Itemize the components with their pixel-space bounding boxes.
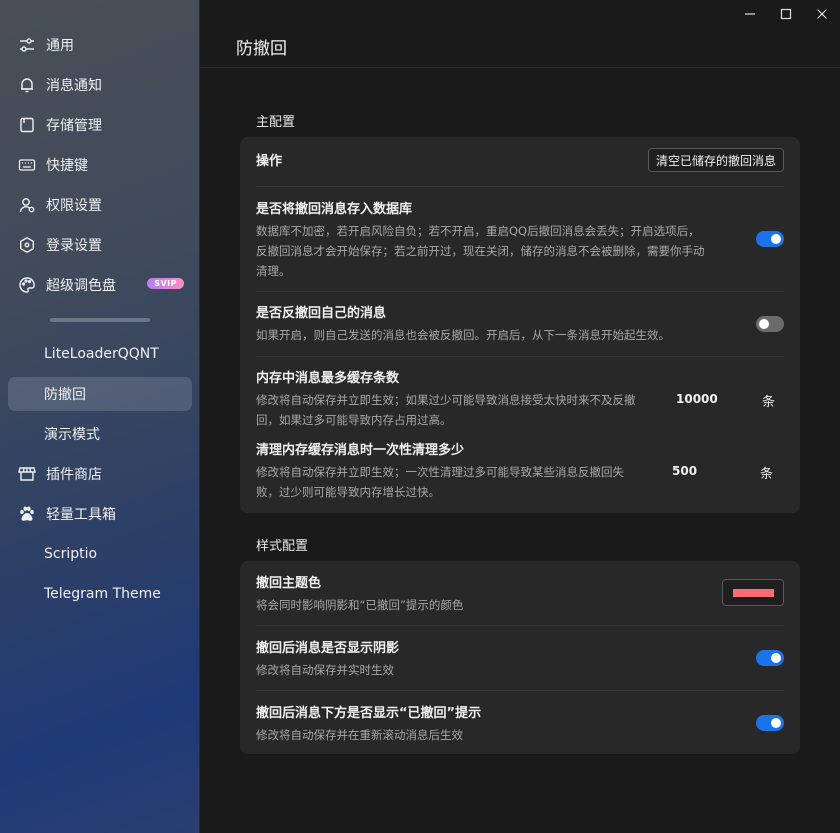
keyboard-icon [17, 155, 37, 175]
max-cache-row: 内存中消息最多缓存条数 修改将自动保存并立即生效；如果过少可能导致消息接受太快时… [256, 370, 656, 430]
sidebar-item-liteloader[interactable]: LiteLoaderQQNT [8, 337, 192, 371]
self-recall-title: 是否反撤回自己的消息 [256, 306, 387, 321]
sidebar-item-shortcuts[interactable]: 快捷键 [8, 148, 192, 182]
divider [256, 356, 784, 357]
clear-stored-recalls-button[interactable]: 清空已储存的撤回消息 [647, 148, 784, 172]
store-icon [17, 464, 37, 484]
sidebar-item-notifications[interactable]: 消息通知 [8, 68, 192, 102]
self-recall-desc: 如果开启，则自己发送的消息也会被反撤回。开启后，从下一条消息开始起生效。 [256, 328, 670, 342]
store-db-toggle[interactable] [756, 231, 784, 247]
shadow-desc: 修改将自动保存并实时生效 [256, 663, 394, 677]
sidebar-item-label: 超级调色盘 [46, 278, 116, 294]
sidebar-item-telegram-theme[interactable]: Telegram Theme [8, 577, 192, 611]
recalled-tip-desc: 修改将自动保存并在重新滚动消息后生效 [256, 728, 463, 742]
maximize-icon [780, 8, 792, 20]
shadow-row: 撤回后消息是否显示阴影 修改将自动保存并实时生效 [256, 640, 784, 680]
sidebar-item-anti-recall[interactable]: 防撤回 [8, 377, 192, 411]
section-title-style: 样式配置 [256, 539, 309, 554]
sidebar-item-label: Telegram Theme [44, 586, 161, 602]
sidebar-item-toolbox[interactable]: 轻量工具箱 [8, 497, 192, 531]
sidebar-divider [50, 318, 150, 322]
clear-batch-row: 清理内存缓存消息时一次性清理多少 修改将自动保存并立即生效；一次性清理过多可能导… [256, 442, 656, 502]
recalled-tip-title: 撤回后消息下方是否显示“已撤回”提示 [256, 706, 482, 721]
self-recall-toggle[interactable] [756, 316, 784, 332]
theme-color-title: 撤回主题色 [256, 576, 322, 591]
user-permission-icon [17, 195, 37, 215]
sidebar-item-label: 通用 [46, 38, 74, 54]
divider [256, 690, 784, 691]
main-config-panel: 操作 清空已储存的撤回消息 是否将撤回消息存入数据库 数据库不加密，若开启风险自… [240, 137, 800, 513]
sidebar-item-label: 轻量工具箱 [46, 507, 116, 523]
svip-badge: SVIP [147, 278, 184, 289]
maximize-button[interactable] [768, 4, 804, 24]
sidebar: 通用 消息通知 存储管理 快捷键 权限设置 登录设置 超级调色盘 SVIP Li… [0, 0, 200, 833]
storage-icon [17, 115, 37, 135]
sidebar-item-plugin-store[interactable]: 插件商店 [8, 457, 192, 491]
clear-batch-title: 清理内存缓存消息时一次性清理多少 [256, 443, 465, 458]
minimize-icon [745, 13, 755, 15]
divider [256, 186, 784, 187]
minimize-button[interactable] [732, 4, 768, 24]
sidebar-item-label: 演示模式 [44, 427, 100, 443]
max-cache-unit: 条 [762, 395, 776, 410]
section-title-main: 主配置 [256, 115, 296, 130]
sidebar-item-label: 权限设置 [46, 198, 102, 214]
close-icon [817, 9, 827, 19]
clear-batch-unit: 条 [760, 467, 774, 482]
store-db-row: 是否将撤回消息存入数据库 数据库不加密，若开启风险自负；若不开启，重启QQ后撤回… [256, 201, 784, 281]
divider [256, 625, 784, 626]
theme-color-row: 撤回主题色 将会同时影响阴影和“已撤回”提示的颜色 [256, 575, 784, 615]
recalled-tip-toggle[interactable] [756, 715, 784, 731]
max-cache-title: 内存中消息最多缓存条数 [256, 371, 400, 386]
sidebar-item-label: 消息通知 [46, 78, 102, 94]
theme-color-picker[interactable] [722, 579, 784, 606]
sidebar-item-general[interactable]: 通用 [8, 28, 192, 62]
max-cache-input[interactable]: 10000 [676, 392, 718, 406]
bell-icon [17, 75, 37, 95]
sidebar-item-label: 存储管理 [46, 118, 102, 134]
sidebar-item-label: 插件商店 [46, 467, 102, 483]
sidebar-item-label: 登录设置 [46, 238, 102, 254]
sidebar-item-storage[interactable]: 存储管理 [8, 108, 192, 142]
sidebar-item-label: 快捷键 [46, 158, 88, 174]
recalled-tip-row: 撤回后消息下方是否显示“已撤回”提示 修改将自动保存并在重新滚动消息后生效 [256, 705, 784, 745]
shadow-title: 撤回后消息是否显示阴影 [256, 641, 400, 656]
shadow-toggle[interactable] [756, 650, 784, 666]
divider [256, 291, 784, 292]
sidebar-item-label: 防撤回 [44, 387, 86, 403]
close-button[interactable] [804, 4, 840, 24]
sidebar-item-label: LiteLoaderQQNT [44, 346, 159, 362]
sidebar-item-label: Scriptio [44, 546, 98, 562]
window-controls [732, 4, 840, 24]
style-config-panel: 撤回主题色 将会同时影响阴影和“已撤回”提示的颜色 撤回后消息是否显示阴影 修改… [240, 561, 800, 754]
max-cache-desc: 修改将自动保存并立即生效；如果过少可能导致消息接受太快时来不及反撤 回，如果过多… [256, 393, 636, 427]
page-title: 防撤回 [236, 39, 287, 59]
self-recall-row: 是否反撤回自己的消息 如果开启，则自己发送的消息也会被反撤回。开启后，从下一条消… [256, 305, 784, 345]
paw-icon [17, 504, 37, 524]
color-swatch [733, 589, 774, 597]
clear-batch-input[interactable]: 500 [672, 464, 697, 478]
palette-icon [17, 275, 37, 295]
clear-batch-desc: 修改将自动保存并立即生效；一次性清理过多可能导致某些消息反撤回失 败，过少则可能… [256, 465, 624, 499]
theme-color-desc: 将会同时影响阴影和“已撤回”提示的颜色 [256, 598, 464, 612]
sliders-icon [17, 35, 37, 55]
sidebar-item-scriptio[interactable]: Scriptio [8, 537, 192, 571]
sidebar-item-permissions[interactable]: 权限设置 [8, 188, 192, 222]
sidebar-item-demo-mode[interactable]: 演示模式 [8, 417, 192, 451]
sidebar-item-login[interactable]: 登录设置 [8, 228, 192, 262]
sidebar-item-palette[interactable]: 超级调色盘 SVIP [8, 268, 192, 302]
store-db-title: 是否将撤回消息存入数据库 [256, 202, 413, 217]
store-db-desc: 数据库不加密，若开启风险自负；若不开启，重启QQ后撤回消息会丢失；开启选项后， … [256, 224, 705, 278]
hexagon-icon [17, 235, 37, 255]
